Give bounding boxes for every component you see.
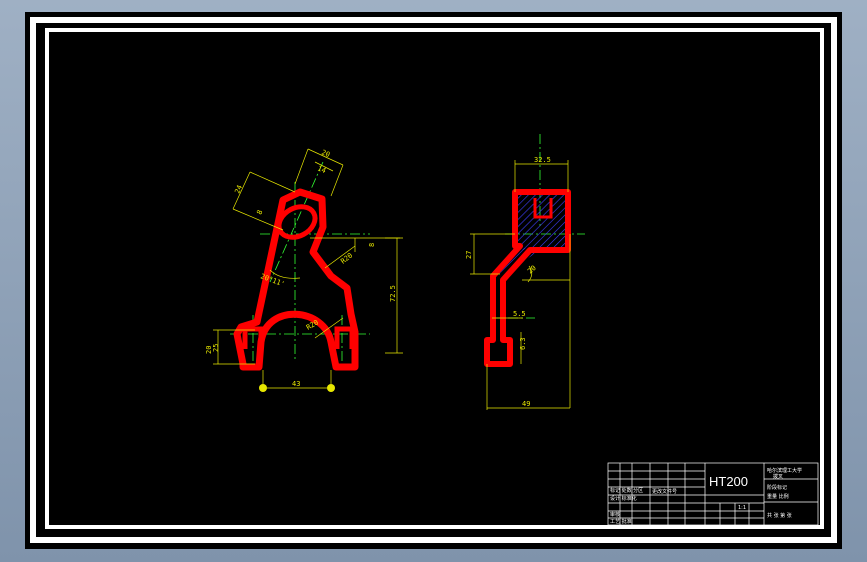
tb-row5: 工艺 批准 — [610, 518, 632, 525]
dim-43: 43 — [292, 380, 300, 388]
front-view: 20 14 24 8 8 R20 20°11' 72.5 R20 20 25 4… — [205, 148, 403, 392]
tb-row4: 审核 — [610, 511, 620, 518]
outer-frame — [30, 17, 837, 543]
tb-right-bot: 共 张 第 张 — [767, 512, 792, 519]
tb-right-mid2: 重量 比例 — [767, 493, 789, 500]
dim-20-side: 20 — [526, 264, 538, 276]
material-label: HT200 — [709, 474, 748, 489]
cad-viewport[interactable]: 20 14 24 8 8 R20 20°11' 72.5 R20 20 25 4… — [25, 12, 842, 549]
tb-scale: 1:1 — [738, 505, 746, 511]
dim-27: 27 — [465, 251, 473, 259]
tb-row1: 标记 处数 分区 — [610, 487, 643, 494]
dim-6-3: 6.3 — [519, 337, 527, 350]
dim-72-5: 72.5 — [389, 285, 397, 302]
dim-24: 24 — [233, 184, 244, 195]
cad-drawing: 20 14 24 8 8 R20 20°11' 72.5 R20 20 25 4… — [30, 17, 837, 543]
dim-5-5: 5.5 — [513, 310, 526, 318]
tb-right-top: 哈尔滨理工大学 — [767, 467, 802, 474]
right-fork-slot — [334, 326, 355, 349]
dim-8-left: 8 — [255, 209, 264, 216]
dim-8-right: 8 — [368, 243, 376, 247]
tb-row2: 更改文件号 — [652, 488, 677, 495]
tb-row3: 设计 标准化 — [610, 495, 637, 502]
side-view: 32.5 27 20 5.5 6.3 49 — [465, 134, 585, 410]
dim-r20: R20 — [339, 251, 354, 265]
tb-right-top2: 拨叉 — [773, 473, 783, 480]
dim-20-top: 20 — [320, 148, 331, 159]
tb-right-mid: 阶段标记 — [767, 484, 787, 491]
dim-49: 49 — [522, 400, 530, 408]
dim-25-left: 25 — [212, 344, 220, 352]
dim-14: 14 — [316, 164, 327, 175]
hub-section-hatch — [518, 194, 568, 250]
dim-32-5: 32.5 — [534, 156, 551, 164]
inner-frame — [45, 28, 824, 529]
